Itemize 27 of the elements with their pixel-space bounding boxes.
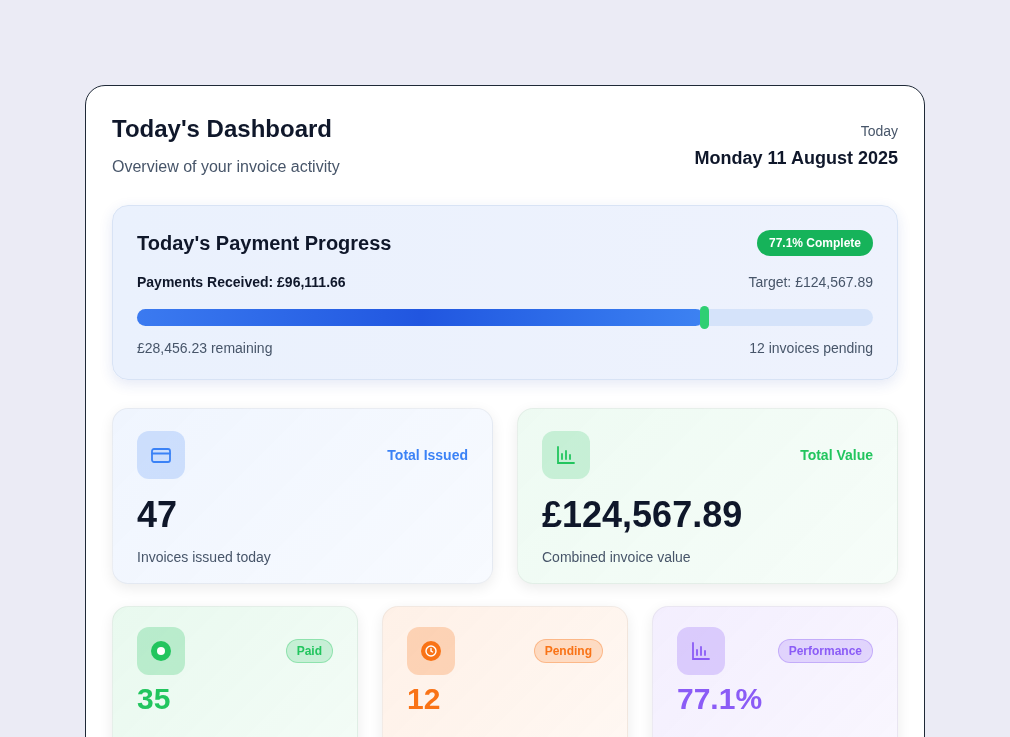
stat-value: 12 [407, 683, 442, 715]
payment-target: Target: £124,567.89 [748, 273, 873, 292]
date-label: Today [859, 122, 898, 141]
stat-value: 77.1% [677, 683, 764, 715]
bar-chart-icon [689, 639, 713, 663]
current-date: Monday 11 August 2025 [694, 147, 898, 170]
dashboard-title: Today's Dashboard [112, 116, 333, 142]
pending-invoices: 12 invoices pending [749, 339, 873, 358]
remaining-amount: £28,456.23 remaining [137, 339, 273, 358]
completion-badge: 77.1% Complete [756, 230, 873, 256]
stat-value: 47 [137, 493, 179, 537]
dot-icon [149, 639, 173, 663]
stat-value: 35 [137, 683, 172, 715]
status-badge: Performance [777, 639, 873, 663]
stat-value: £124,567.89 [542, 493, 744, 537]
stat-caption: Invoices issued today [137, 548, 272, 567]
card-label: Total Issued [387, 445, 468, 465]
payments-received: Payments Received: £96,111.66 [137, 273, 346, 292]
progress-title: Today's Payment Progress [137, 231, 392, 256]
dashboard-subtitle: Overview of your invoice activity [112, 157, 340, 177]
progress-marker [700, 306, 710, 329]
status-badge: Paid [285, 639, 333, 663]
bar-chart-icon [554, 443, 578, 467]
status-badge: Pending [533, 639, 603, 663]
clock-icon [419, 639, 443, 663]
stat-caption: Combined invoice value [542, 548, 692, 567]
card-label: Total Value [800, 445, 873, 465]
